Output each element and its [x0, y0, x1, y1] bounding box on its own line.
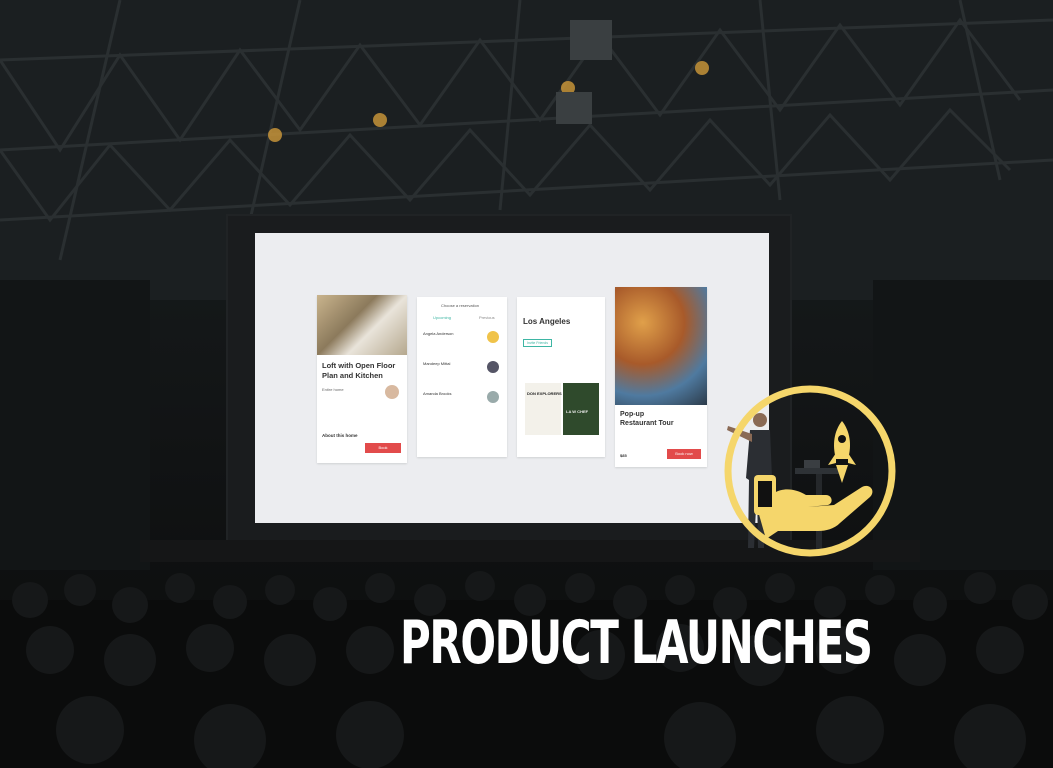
tab-previous: Previous	[479, 315, 495, 320]
slide-card-home: Loft with Open Floor Plan and Kitchen En…	[317, 295, 407, 463]
tour-book-button: Book now	[667, 449, 701, 459]
reservation-name-2: Mandeep Mittal	[423, 361, 451, 366]
headline-text: PRODUCT LAUNCHES	[400, 608, 873, 678]
rocket-icon	[828, 421, 856, 483]
home-title-line2: Plan and Kitchen	[322, 371, 383, 380]
book-title-2: LA W CHEF	[566, 409, 589, 414]
projection-screen: Loft with Open Floor Plan and Kitchen En…	[255, 233, 769, 523]
reservation-name-3: Amanda Brooks	[423, 391, 452, 396]
guest-avatar	[487, 361, 499, 373]
reservation-header: Choose a reservation	[441, 303, 480, 308]
tab-upcoming: Upcoming	[433, 315, 452, 320]
tour-title-line1: Pop-up	[620, 411, 645, 418]
home-section: About this home	[322, 433, 358, 438]
book-cover-1: DON EXPLORERS	[525, 383, 562, 435]
left-wall	[0, 280, 150, 570]
tour-title-line2: Restaurant Tour	[620, 420, 674, 427]
guest-avatar	[487, 331, 499, 343]
reservation-name-1: Angela Anderson	[423, 331, 454, 336]
launch-badge	[724, 385, 896, 557]
host-avatar	[385, 385, 399, 399]
tour-price: $85	[620, 453, 627, 458]
home-photo	[317, 295, 407, 355]
event-photo: Loft with Open Floor Plan and Kitchen En…	[0, 0, 1053, 768]
city-title: Los Angeles	[523, 317, 571, 326]
phone-icon	[754, 475, 776, 515]
slide-card-city: Los Angeles Invite Friends DON EXPLORERS…	[517, 297, 605, 457]
right-wall	[873, 280, 1053, 570]
home-book-button: Book	[365, 443, 401, 453]
home-subtitle: Entire home	[322, 387, 344, 392]
slide-card-reservations: Choose a reservation Upcoming Previous A…	[417, 297, 507, 457]
slide-card-restaurant: Pop-up Restaurant Tour $85 Book now	[615, 287, 707, 467]
book-title-1: DON EXPLORERS	[527, 391, 562, 396]
invite-chip: Invite Friends	[523, 339, 553, 347]
guest-avatar	[487, 391, 499, 403]
home-title-line1: Loft with Open Floor	[322, 361, 396, 370]
book-cover-2: LA W CHEF	[563, 383, 599, 435]
food-photo	[615, 287, 707, 405]
